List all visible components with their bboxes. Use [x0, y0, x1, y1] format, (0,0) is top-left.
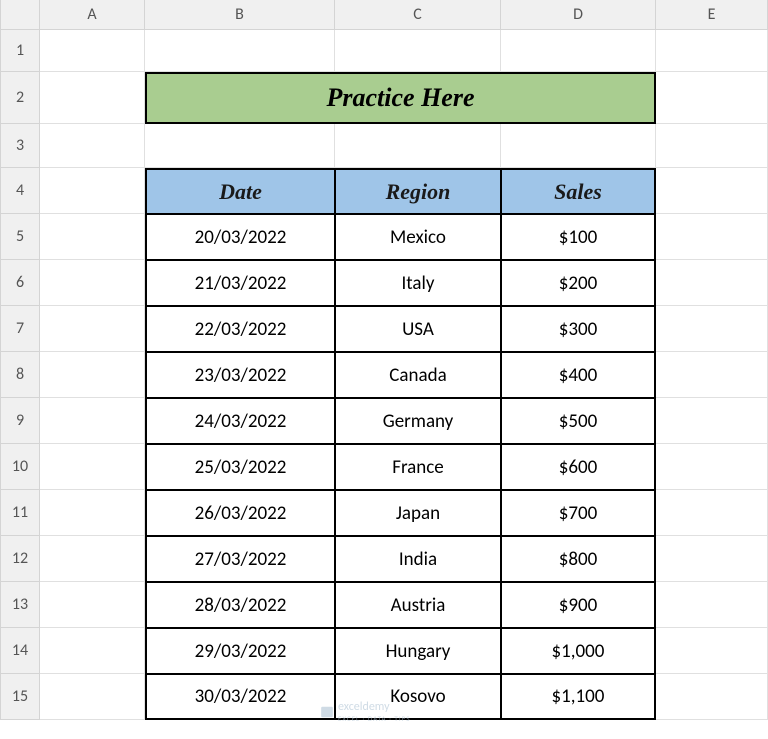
cell-d3[interactable]: [501, 124, 656, 168]
row-header-3[interactable]: 3: [0, 124, 40, 168]
spreadsheet-grid[interactable]: A B C D E 1 2 Practice Here 3 4 Date Reg…: [0, 0, 768, 720]
cell-d1[interactable]: [501, 30, 656, 72]
header-date[interactable]: Date: [145, 168, 335, 214]
cell-e9[interactable]: [656, 398, 768, 444]
row-header-10[interactable]: 10: [0, 444, 40, 490]
data-region[interactable]: USA: [335, 306, 501, 352]
col-header-c[interactable]: C: [335, 0, 501, 30]
data-date[interactable]: 23/03/2022: [145, 352, 335, 398]
cell-a9[interactable]: [40, 398, 145, 444]
row-header-2[interactable]: 2: [0, 72, 40, 124]
row-header-1[interactable]: 1: [0, 30, 40, 72]
header-sales[interactable]: Sales: [501, 168, 656, 214]
data-sales[interactable]: $1,100: [501, 674, 656, 720]
cell-e1[interactable]: [656, 30, 768, 72]
row-header-5[interactable]: 5: [0, 214, 40, 260]
cell-a8[interactable]: [40, 352, 145, 398]
col-header-e[interactable]: E: [656, 0, 768, 30]
watermark: exceldemy EXCEL · DATA · TIPS: [320, 700, 410, 723]
data-date[interactable]: 24/03/2022: [145, 398, 335, 444]
col-header-a[interactable]: A: [40, 0, 145, 30]
data-region[interactable]: Canada: [335, 352, 501, 398]
col-header-b[interactable]: B: [145, 0, 335, 30]
cell-a14[interactable]: [40, 628, 145, 674]
watermark-subtext: EXCEL · DATA · TIPS: [338, 714, 410, 723]
data-date[interactable]: 28/03/2022: [145, 582, 335, 628]
data-sales[interactable]: $100: [501, 214, 656, 260]
data-sales[interactable]: $900: [501, 582, 656, 628]
cell-e2[interactable]: [656, 72, 768, 124]
cell-a13[interactable]: [40, 582, 145, 628]
cell-e12[interactable]: [656, 536, 768, 582]
cell-e10[interactable]: [656, 444, 768, 490]
data-date[interactable]: 21/03/2022: [145, 260, 335, 306]
row-header-13[interactable]: 13: [0, 582, 40, 628]
cell-a12[interactable]: [40, 536, 145, 582]
data-region[interactable]: Hungary: [335, 628, 501, 674]
data-region[interactable]: Italy: [335, 260, 501, 306]
cell-e14[interactable]: [656, 628, 768, 674]
cell-e3[interactable]: [656, 124, 768, 168]
cell-a4[interactable]: [40, 168, 145, 214]
data-region[interactable]: India: [335, 536, 501, 582]
cell-c1[interactable]: [335, 30, 501, 72]
data-sales[interactable]: $400: [501, 352, 656, 398]
data-sales[interactable]: $1,000: [501, 628, 656, 674]
cell-a3[interactable]: [40, 124, 145, 168]
cell-e5[interactable]: [656, 214, 768, 260]
cell-c3[interactable]: [335, 124, 501, 168]
cell-a15[interactable]: [40, 674, 145, 720]
select-all-corner[interactable]: [0, 0, 40, 30]
cell-e13[interactable]: [656, 582, 768, 628]
data-date[interactable]: 20/03/2022: [145, 214, 335, 260]
excel-icon: [320, 705, 334, 719]
row-header-6[interactable]: 6: [0, 260, 40, 306]
title-cell[interactable]: Practice Here: [145, 72, 656, 124]
cell-a7[interactable]: [40, 306, 145, 352]
row-header-7[interactable]: 7: [0, 306, 40, 352]
cell-e4[interactable]: [656, 168, 768, 214]
row-header-15[interactable]: 15: [0, 674, 40, 720]
cell-e7[interactable]: [656, 306, 768, 352]
cell-e8[interactable]: [656, 352, 768, 398]
data-date[interactable]: 29/03/2022: [145, 628, 335, 674]
data-date[interactable]: 30/03/2022: [145, 674, 335, 720]
col-header-d[interactable]: D: [501, 0, 656, 30]
row-header-9[interactable]: 9: [0, 398, 40, 444]
data-sales[interactable]: $600: [501, 444, 656, 490]
data-region[interactable]: Mexico: [335, 214, 501, 260]
data-sales[interactable]: $300: [501, 306, 656, 352]
data-date[interactable]: 22/03/2022: [145, 306, 335, 352]
cell-a2[interactable]: [40, 72, 145, 124]
data-region[interactable]: Austria: [335, 582, 501, 628]
cell-b1[interactable]: [145, 30, 335, 72]
row-header-14[interactable]: 14: [0, 628, 40, 674]
data-region[interactable]: Germany: [335, 398, 501, 444]
cell-e6[interactable]: [656, 260, 768, 306]
data-date[interactable]: 26/03/2022: [145, 490, 335, 536]
header-region[interactable]: Region: [335, 168, 501, 214]
cell-a11[interactable]: [40, 490, 145, 536]
row-header-4[interactable]: 4: [0, 168, 40, 214]
cell-a6[interactable]: [40, 260, 145, 306]
data-sales[interactable]: $700: [501, 490, 656, 536]
cell-a5[interactable]: [40, 214, 145, 260]
data-sales[interactable]: $200: [501, 260, 656, 306]
row-header-11[interactable]: 11: [0, 490, 40, 536]
data-sales[interactable]: $800: [501, 536, 656, 582]
cell-e11[interactable]: [656, 490, 768, 536]
cell-a1[interactable]: [40, 30, 145, 72]
data-date[interactable]: 27/03/2022: [145, 536, 335, 582]
data-sales[interactable]: $500: [501, 398, 656, 444]
data-region[interactable]: Japan: [335, 490, 501, 536]
row-header-8[interactable]: 8: [0, 352, 40, 398]
data-date[interactable]: 25/03/2022: [145, 444, 335, 490]
cell-e15[interactable]: [656, 674, 768, 720]
cell-a10[interactable]: [40, 444, 145, 490]
row-header-12[interactable]: 12: [0, 536, 40, 582]
watermark-text: exceldemy: [338, 700, 410, 714]
cell-b3[interactable]: [145, 124, 335, 168]
data-region[interactable]: France: [335, 444, 501, 490]
